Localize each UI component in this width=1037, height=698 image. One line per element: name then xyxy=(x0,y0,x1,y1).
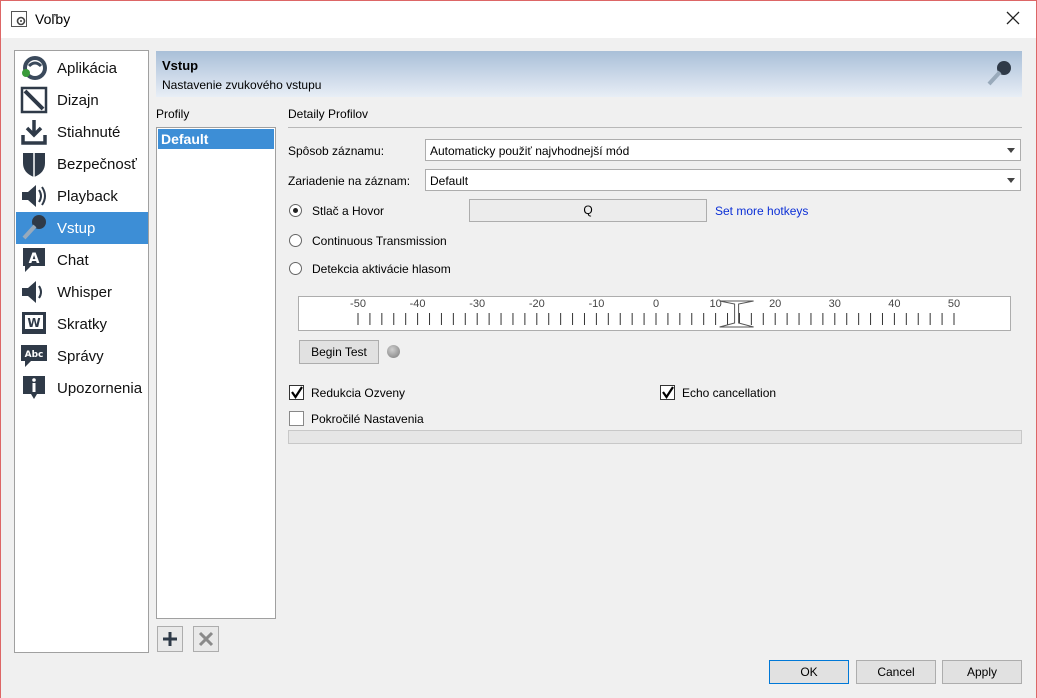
meter-tick-label: 10 xyxy=(709,298,721,310)
advanced-settings-checkbox[interactable] xyxy=(289,411,304,426)
continuous-transmission-radio[interactable] xyxy=(289,234,302,247)
sidebar-item-bezpecnost[interactable]: Bezpečnosť xyxy=(16,148,148,180)
capture-device-value: Default xyxy=(430,174,469,188)
sidebar-item-playback[interactable]: Playback xyxy=(16,180,148,212)
sidebar-item-skratky[interactable]: W Skratky xyxy=(16,308,148,340)
design-icon xyxy=(19,85,49,115)
sidebar-item-dizajn[interactable]: Dizajn xyxy=(16,84,148,116)
capture-device-select[interactable]: Default xyxy=(425,169,1021,191)
meter-scale: -50 -40 -30 -20 -10 0 10 20 30 40 50 xyxy=(350,298,960,328)
svg-text:Abc: Abc xyxy=(25,350,44,360)
meter-tick-label: 0 xyxy=(653,298,659,310)
sidebar-item-label: Stiahnuté xyxy=(57,123,121,141)
advanced-settings-panel xyxy=(288,430,1022,444)
profile-item-default[interactable]: Default xyxy=(158,129,274,149)
sidebar-item-spravy[interactable]: Abc Správy xyxy=(16,340,148,372)
sidebar-item-vstup[interactable]: Vstup xyxy=(16,212,148,244)
sidebar-item-label: Skratky xyxy=(57,315,108,333)
divider xyxy=(288,127,1022,128)
sidebar-item-label: Upozornenia xyxy=(57,379,143,397)
sidebar-item-aplikacia[interactable]: Aplikácia xyxy=(16,52,148,84)
section-title: Vstup xyxy=(162,58,199,73)
push-to-talk-radio[interactable] xyxy=(289,204,302,217)
svg-text:A: A xyxy=(29,251,40,267)
section-header: Vstup Nastavenie zvukového vstupu xyxy=(156,51,1022,97)
meter-tick-label: 50 xyxy=(948,298,960,310)
svg-text:W: W xyxy=(27,316,40,330)
sidebar-item-label: Dizajn xyxy=(57,91,99,109)
details-label: Detaily Profilov xyxy=(288,107,369,121)
add-profile-button[interactable] xyxy=(157,626,183,652)
speaker-icon xyxy=(19,181,49,211)
sidebar-item-label: Bezpečnosť xyxy=(57,155,137,173)
chevron-down-icon xyxy=(1007,148,1015,153)
checkmark-icon xyxy=(662,386,674,399)
sidebar-item-stiahnute[interactable]: Stiahnuté xyxy=(16,116,148,148)
threshold-slider-handle[interactable] xyxy=(719,300,754,328)
close-icon[interactable] xyxy=(1004,9,1022,27)
capture-mode-label: Spôsob záznamu: xyxy=(288,144,385,158)
messages-icon: Abc xyxy=(19,341,49,371)
microphone-icon xyxy=(987,61,1011,86)
echo-reduction-label: Redukcia Ozveny xyxy=(311,386,406,400)
download-icon xyxy=(19,117,49,147)
hotkeys-icon: W xyxy=(19,309,49,339)
apply-button[interactable]: Apply xyxy=(942,660,1022,684)
meter-tick-label: 40 xyxy=(888,298,900,310)
sidebar-item-label: Playback xyxy=(57,187,118,205)
sidebar-item-label: Aplikácia xyxy=(57,59,118,77)
plus-icon xyxy=(163,632,177,646)
meter-tick-label: -20 xyxy=(529,298,545,310)
sidebar-item-label: Správy xyxy=(57,347,104,365)
begin-test-button[interactable]: Begin Test xyxy=(299,340,379,364)
echo-reduction-checkbox[interactable] xyxy=(289,385,304,400)
whisper-speaker-icon xyxy=(19,277,49,307)
hotkey-button[interactable]: Q xyxy=(469,199,707,222)
test-status-indicator xyxy=(387,345,400,358)
capture-mode-select[interactable]: Automaticky použiť najvhodnejší mód xyxy=(425,139,1021,161)
settings-window-icon xyxy=(11,11,27,27)
sidebar-item-whisper[interactable]: Whisper xyxy=(16,276,148,308)
meter-tick-label: -30 xyxy=(469,298,485,310)
meter-tick-label: -40 xyxy=(410,298,426,310)
echo-cancellation-label: Echo cancellation xyxy=(682,386,777,400)
echo-cancellation-checkbox[interactable] xyxy=(660,385,675,400)
voice-activation-radio[interactable] xyxy=(289,262,302,275)
sidebar-item-label: Chat xyxy=(57,251,89,269)
chat-icon: A xyxy=(19,245,49,275)
sidebar-item-chat[interactable]: A Chat xyxy=(16,244,148,276)
window-title: Voľby xyxy=(35,11,71,27)
sidebar-item-upozornenia[interactable]: Upozornenia xyxy=(16,372,148,404)
profiles-list: Default xyxy=(156,127,276,619)
chevron-down-icon xyxy=(1007,178,1015,183)
sidebar-item-label: Vstup xyxy=(57,219,96,237)
capture-device-label: Zariadenie na záznam: xyxy=(288,174,411,188)
advanced-settings-label: Pokročilé Nastavenia xyxy=(311,412,424,426)
checkmark-icon xyxy=(291,386,303,399)
remove-profile-button[interactable] xyxy=(193,626,219,652)
cancel-button[interactable]: Cancel xyxy=(856,660,936,684)
section-subtitle: Nastavenie zvukového vstupu xyxy=(162,78,322,92)
close-icon xyxy=(198,631,214,647)
notifications-icon xyxy=(19,373,49,403)
title-bar: Voľby xyxy=(0,0,1037,38)
ok-button[interactable]: OK xyxy=(769,660,849,684)
capture-mode-value: Automaticky použiť najvhodnejší mód xyxy=(430,144,630,158)
sidebar-item-label: Whisper xyxy=(57,283,113,301)
continuous-transmission-label: Continuous Transmission xyxy=(312,234,447,248)
set-more-hotkeys-link[interactable]: Set more hotkeys xyxy=(715,204,808,218)
profiles-label: Profily xyxy=(156,107,190,121)
voice-activation-label: Detekcia aktivácie hlasom xyxy=(312,262,451,276)
meter-tick-label: 30 xyxy=(829,298,841,310)
voice-level-meter[interactable]: -50 -40 -30 -20 -10 0 10 20 30 40 50 xyxy=(298,296,1011,331)
meter-tick-label: -50 xyxy=(350,298,366,310)
shield-icon xyxy=(19,149,49,179)
settings-sidebar: Aplikácia Dizajn Stiahnuté Bezpečnosť Pl… xyxy=(14,50,149,653)
microphone-icon xyxy=(19,213,49,243)
teamspeak-icon xyxy=(19,53,49,83)
push-to-talk-label: Stlač a Hovor xyxy=(312,204,385,218)
meter-tick-label: -10 xyxy=(588,298,604,310)
meter-tick-label: 20 xyxy=(769,298,781,310)
